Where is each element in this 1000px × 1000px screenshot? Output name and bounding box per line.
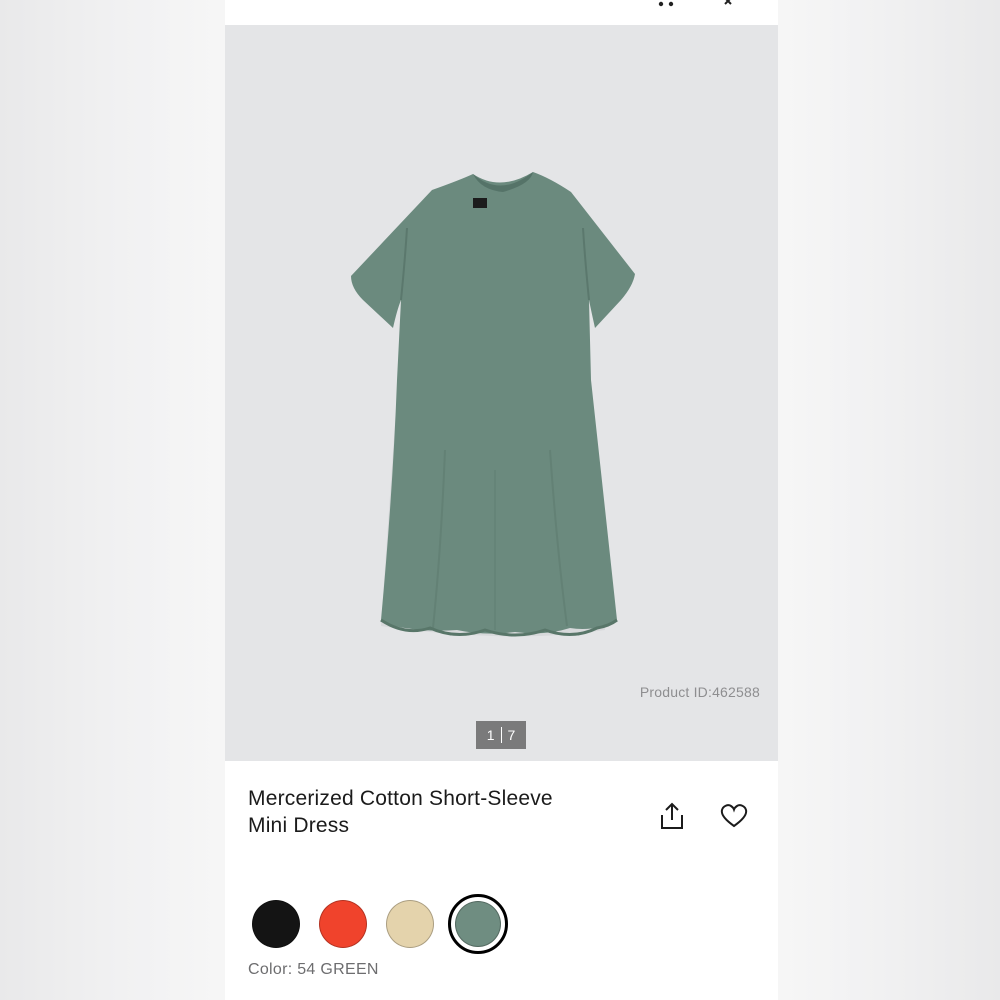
image-pager: 1 7 <box>476 721 526 749</box>
pager-separator <box>500 727 502 743</box>
product-info: Mercerized Cotton Short-Sleeve Mini Dres… <box>225 761 778 1000</box>
top-bar <box>225 0 778 25</box>
pager-current: 1 <box>486 727 495 743</box>
product-title-line2: Mini Dress <box>248 814 350 837</box>
share-icon[interactable] <box>658 801 686 831</box>
dress-image <box>351 172 635 637</box>
swatch-black[interactable] <box>252 900 300 948</box>
swatch-green-selected[interactable] <box>448 894 508 954</box>
product-id-label: Product ID:462588 <box>639 684 760 700</box>
swatch-beige[interactable] <box>386 900 434 948</box>
heart-icon[interactable] <box>720 803 748 829</box>
close-icon[interactable] <box>719 0 737 8</box>
product-image-gallery[interactable]: Product ID:462588 1 7 <box>225 25 778 761</box>
product-title: Mercerized Cotton Short-Sleeve Mini Dres… <box>248 785 628 839</box>
product-title-line1: Mercerized Cotton Short-Sleeve <box>248 787 553 810</box>
swatch-green-fill <box>455 901 501 947</box>
product-page: Product ID:462588 1 7 Mercerized Cotton … <box>225 0 778 1000</box>
more-dots-icon[interactable] <box>657 0 677 8</box>
swatch-red[interactable] <box>319 900 367 948</box>
pager-total: 7 <box>507 727 516 743</box>
selected-color-label: Color: 54 GREEN <box>248 961 379 978</box>
